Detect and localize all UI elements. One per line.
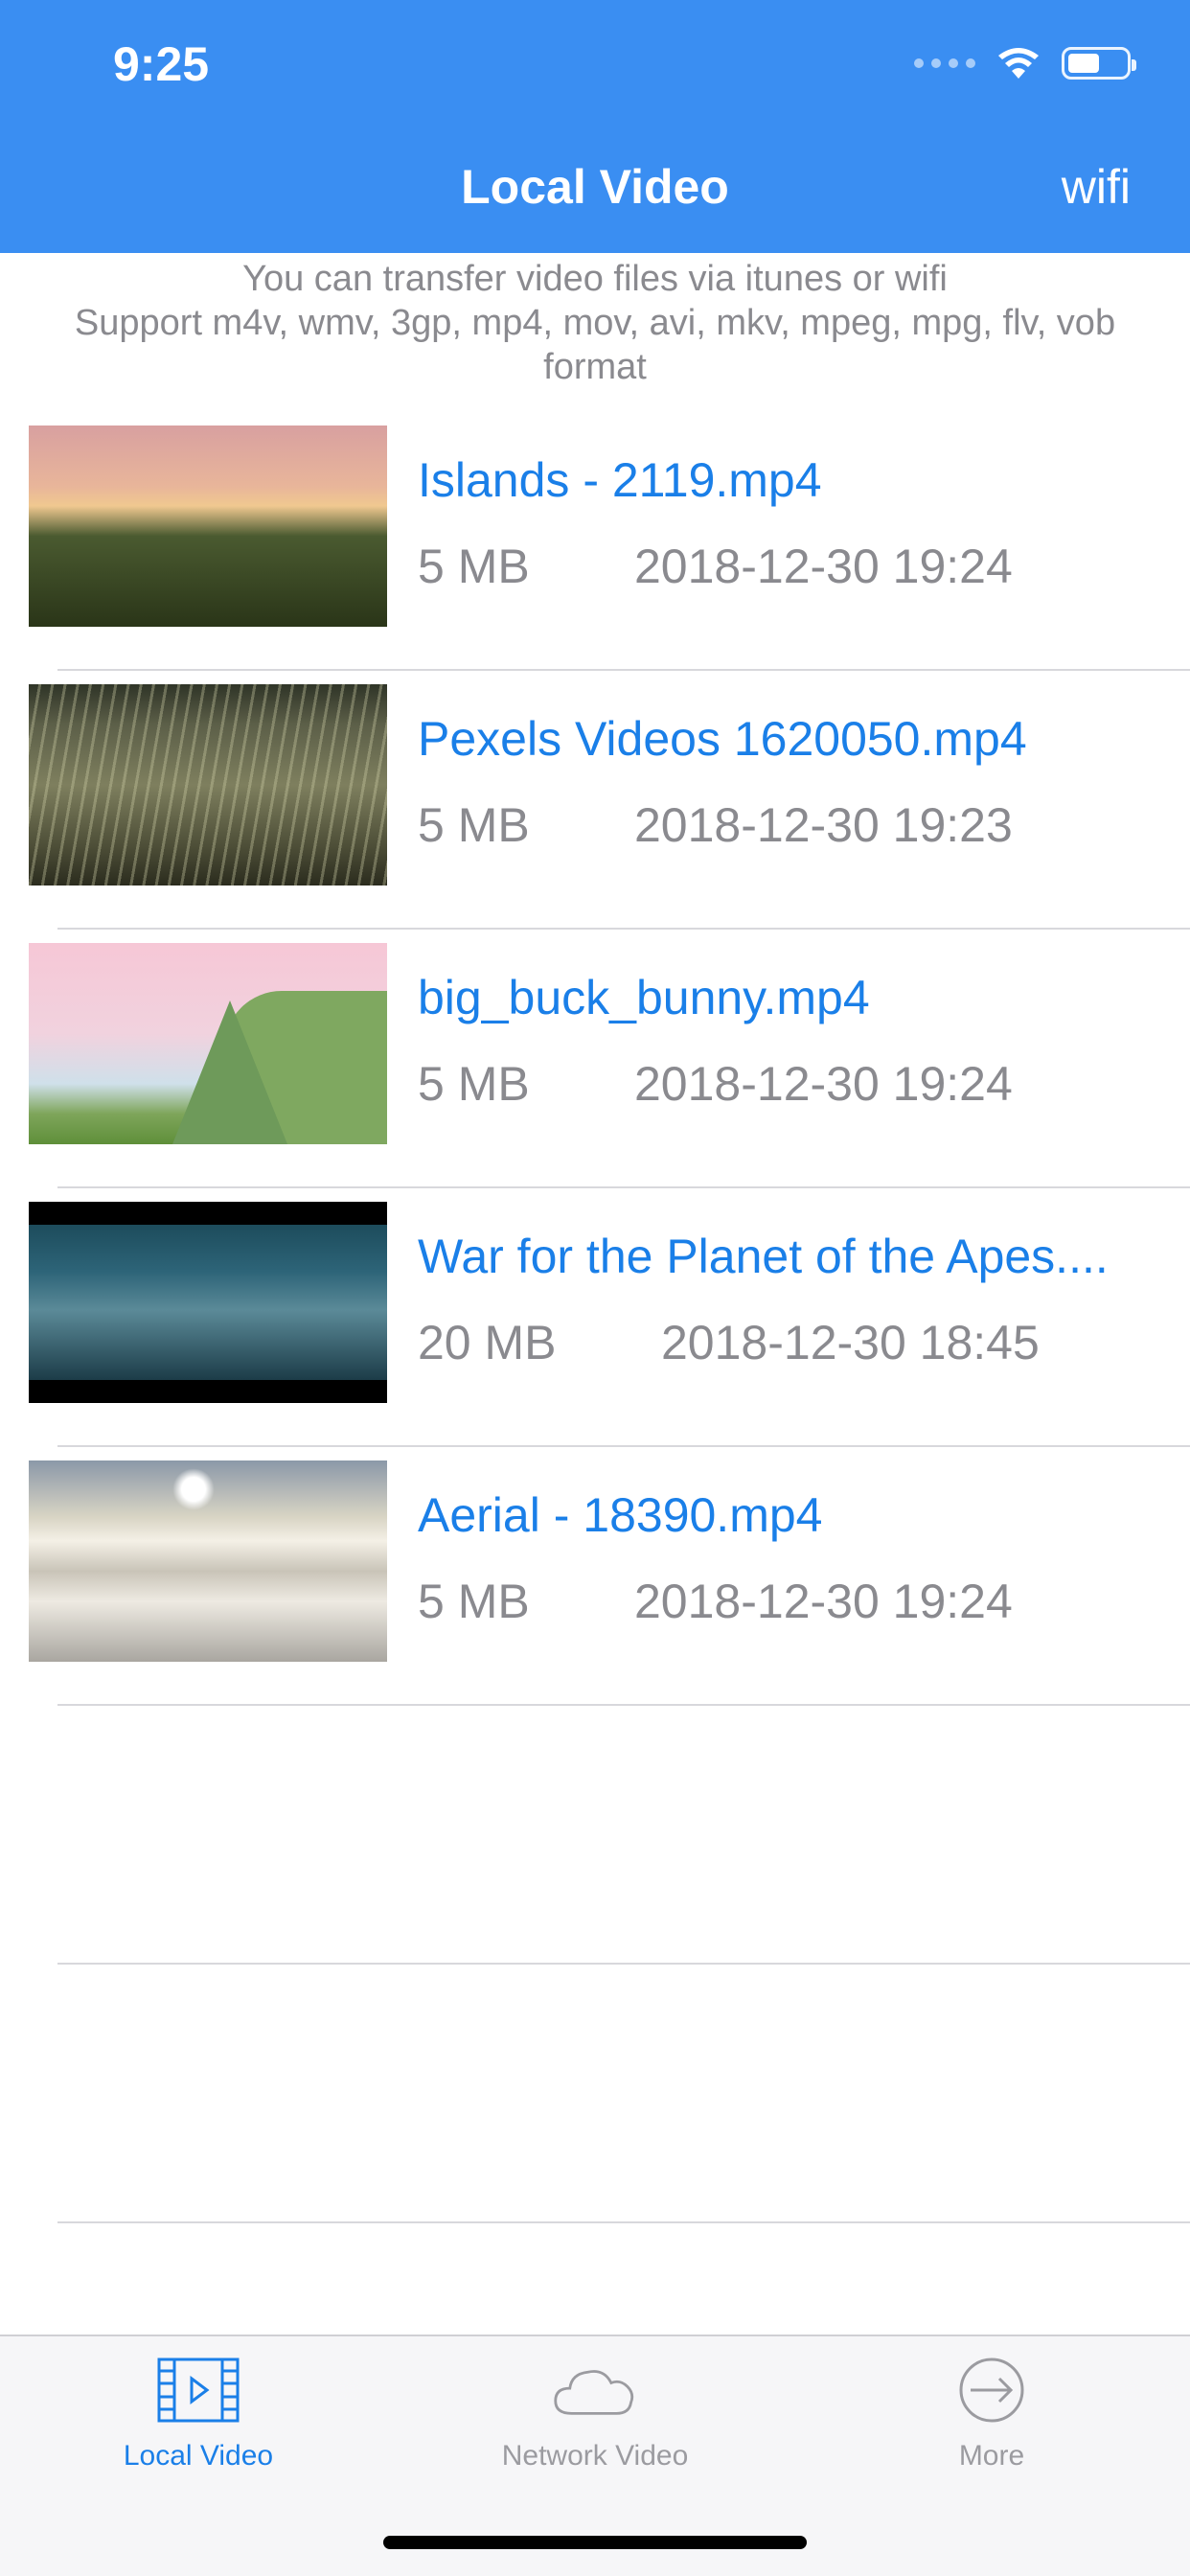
video-thumbnail	[29, 1202, 387, 1403]
video-size: 5 MB	[418, 1057, 530, 1111]
video-date: 2018-12-30 18:45	[661, 1316, 1040, 1369]
video-thumbnail	[29, 1460, 387, 1662]
video-date: 2018-12-30 19:23	[634, 798, 1013, 852]
tab-more[interactable]: More	[793, 2356, 1190, 2528]
screen: 9:25 Local Video wifi You can transfer v…	[0, 0, 1190, 2576]
video-date: 2018-12-30 19:24	[634, 1057, 1013, 1111]
video-row[interactable]: Pexels Videos 1620050.mp4 5 MB 2018-12-3…	[0, 671, 1190, 930]
tab-network-video[interactable]: Network Video	[397, 2356, 793, 2528]
video-row[interactable]: big_buck_bunny.mp4 5 MB 2018-12-30 19:24	[0, 930, 1190, 1188]
video-date: 2018-12-30 19:24	[634, 1575, 1013, 1628]
wifi-transfer-button[interactable]: wifi	[1062, 159, 1131, 215]
page-title: Local Video	[461, 160, 729, 214]
arrow-circle-icon	[949, 2356, 1035, 2425]
video-row[interactable]: Islands - 2119.mp4 5 MB 2018-12-30 19:24	[0, 412, 1190, 671]
video-title: Aerial - 18390.mp4	[418, 1488, 823, 1542]
video-size: 5 MB	[418, 540, 530, 593]
video-size: 5 MB	[418, 798, 530, 852]
home-indicator	[383, 2536, 807, 2549]
video-list: Islands - 2119.mp4 5 MB 2018-12-30 19:24…	[0, 412, 1190, 2223]
navigation-header: 9:25 Local Video wifi	[0, 0, 1190, 253]
video-size: 20 MB	[418, 1316, 557, 1369]
video-date: 2018-12-30 19:24	[634, 540, 1013, 593]
status-icons	[914, 42, 1136, 84]
video-thumbnail	[29, 684, 387, 886]
video-title: Islands - 2119.mp4	[418, 453, 822, 507]
video-title: War for the Planet of the Apes....	[418, 1230, 1109, 1283]
transfer-info: You can transfer video files via itunes …	[38, 257, 1152, 389]
battery-icon	[1062, 47, 1136, 80]
empty-row	[0, 1965, 1190, 2223]
cloud-icon	[552, 2356, 638, 2425]
status-time: 9:25	[113, 37, 210, 91]
video-title: big_buck_bunny.mp4	[418, 971, 870, 1024]
info-line-1: You can transfer video files via itunes …	[242, 259, 948, 299]
video-thumbnail	[29, 426, 387, 627]
video-row[interactable]: Aerial - 18390.mp4 5 MB 2018-12-30 19:24	[0, 1447, 1190, 1706]
wifi-icon	[998, 48, 1039, 79]
tab-label: Network Video	[501, 2440, 689, 2472]
empty-row	[0, 1706, 1190, 1965]
video-row[interactable]: War for the Planet of the Apes.... 20 MB…	[0, 1188, 1190, 1447]
video-thumbnail	[29, 943, 387, 1144]
tab-label: Local Video	[123, 2440, 274, 2472]
row-divider	[57, 2221, 1190, 2223]
tab-local-video[interactable]: Local Video	[0, 2356, 397, 2528]
info-line-2: Support m4v, wmv, 3gp, mp4, mov, avi, mk…	[74, 303, 1116, 387]
video-size: 5 MB	[418, 1575, 530, 1628]
tab-label: More	[958, 2440, 1025, 2472]
signal-dots-icon	[914, 58, 975, 68]
video-title: Pexels Videos 1620050.mp4	[418, 712, 1027, 766]
film-icon	[155, 2356, 241, 2425]
